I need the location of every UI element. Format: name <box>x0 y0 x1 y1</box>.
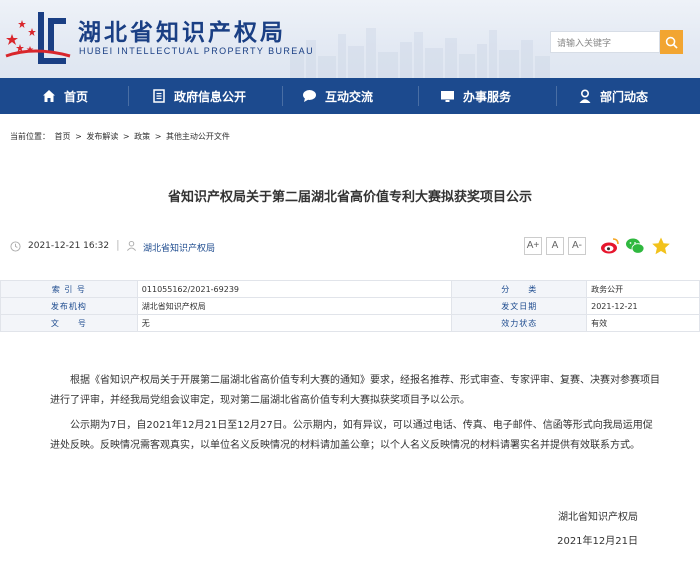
breadcrumb-item-home[interactable]: 首页 <box>55 132 71 141</box>
person-icon <box>578 88 592 104</box>
nav-item-dept-news[interactable]: 部门动态 <box>578 78 648 114</box>
category-label: 分 类 <box>451 280 588 298</box>
nav-item-services[interactable]: 办事服务 <box>440 78 511 114</box>
breadcrumb-separator: > <box>154 132 162 141</box>
nav-item-home[interactable]: 首页 <box>42 78 88 114</box>
table-row: 文 号 无 效力状态 有效 <box>0 314 700 332</box>
document-icon <box>152 89 166 103</box>
issue-date-label: 发文日期 <box>451 297 588 315</box>
nav-divider <box>282 86 283 106</box>
font-increase-button[interactable]: A+ <box>524 237 542 255</box>
category-value: 政务公开 <box>586 280 700 298</box>
breadcrumb-item-other-files[interactable]: 其他主动公开文件 <box>166 132 230 141</box>
nav-item-gov-info[interactable]: 政府信息公开 <box>152 78 246 114</box>
article-title: 省知识产权局关于第二届湖北省高价值专利大赛拟获奖项目公示 <box>167 190 532 205</box>
weibo-icon[interactable] <box>600 236 620 256</box>
favorite-icon[interactable] <box>651 236 671 256</box>
nav-divider <box>418 86 419 106</box>
home-icon <box>42 89 56 103</box>
document-number-value: 无 <box>136 314 453 332</box>
signature-org: 湖北省知识产权局 <box>558 512 638 523</box>
issuing-org-label: 发布机构 <box>0 297 138 315</box>
wechat-icon[interactable] <box>625 236 645 256</box>
search-input[interactable]: 请输入关键字 <box>550 31 660 53</box>
nav-item-label: 互动交流 <box>325 89 374 104</box>
nav-item-label: 政府信息公开 <box>174 89 247 104</box>
issuing-org-value: 湖北省知识产权局 <box>136 297 453 315</box>
breadcrumb-item-releases[interactable]: 发布解读 <box>86 132 118 141</box>
nav-divider <box>556 86 557 106</box>
clock-icon <box>10 241 21 252</box>
issue-date-value: 2021-12-21 <box>586 297 700 315</box>
nav-item-label: 办事服务 <box>463 89 512 104</box>
nav-divider <box>128 86 129 106</box>
breadcrumb: 当前位置： 首页 > 发布解读 > 政策 > 其他主动公开文件 <box>10 131 232 142</box>
logo-emblem-icon[interactable] <box>4 6 72 70</box>
site-logo-subtitle: HUBEI INTELLECTUAL PROPERTY BUREAU <box>79 46 314 56</box>
table-row: 发布机构 湖北省知识产权局 发文日期 2021-12-21 <box>0 297 700 315</box>
search-button[interactable] <box>660 30 683 54</box>
chat-bubble-icon <box>302 89 317 103</box>
breadcrumb-separator: > <box>122 132 130 141</box>
search-icon <box>665 36 678 49</box>
article-signature: 湖北省知识产权局 2021年12月21日 <box>557 506 638 554</box>
index-number-value: 011055162/2021-69239 <box>136 280 453 298</box>
breadcrumb-item-policy[interactable]: 政策 <box>134 132 150 141</box>
index-number-label: 索 引 号 <box>0 280 138 298</box>
table-row: 索 引 号 011055162/2021-69239 分 类 政务公开 <box>0 280 700 298</box>
meta-divider: | <box>116 238 120 251</box>
main-navigation: 首页 政府信息公开 互动交流 办事服务 部门动态 <box>0 78 700 114</box>
document-number-label: 文 号 <box>0 314 138 332</box>
article-paragraph: 公示期为7日，自2021年12月21日至12月27日。公示期内，如有异议，可以通… <box>50 420 653 451</box>
validity-status-label: 效力状态 <box>451 314 588 332</box>
validity-status-value: 有效 <box>586 314 700 332</box>
city-skyline-decoration <box>290 28 550 78</box>
site-header: 湖北省知识产权局 HUBEI INTELLECTUAL PROPERTY BUR… <box>0 0 700 78</box>
signature-date: 2021年12月21日 <box>557 536 638 547</box>
publish-date: 2021-12-21 16:32 <box>28 241 110 251</box>
source-icon <box>127 240 136 251</box>
article-source[interactable]: 湖北省知识产权局 <box>143 241 215 254</box>
document-info-table: 索 引 号 011055162/2021-69239 分 类 政务公开 发布机构… <box>0 280 700 332</box>
article-body: 根据《省知识产权局关于开展第二届湖北省高价值专利大赛的通知》要求，经报名推荐、形… <box>50 371 660 461</box>
nav-item-label: 部门动态 <box>600 89 649 104</box>
article-paragraph: 根据《省知识产权局关于开展第二届湖北省高价值专利大赛的通知》要求，经报名推荐、形… <box>50 375 660 406</box>
font-decrease-button[interactable]: A- <box>568 237 586 255</box>
breadcrumb-separator: > <box>75 132 82 141</box>
article-meta-bar: 2021-12-21 16:32 | 湖北省知识产权局 A+ A A- <box>0 232 700 262</box>
nav-item-label: 首页 <box>64 89 89 104</box>
site-logo-title[interactable]: 湖北省知识产权局 <box>78 13 286 47</box>
nav-item-interaction[interactable]: 互动交流 <box>302 78 373 114</box>
breadcrumb-prefix: 当前位置： <box>10 132 50 141</box>
monitor-icon <box>440 89 455 103</box>
font-default-button[interactable]: A <box>546 237 564 255</box>
